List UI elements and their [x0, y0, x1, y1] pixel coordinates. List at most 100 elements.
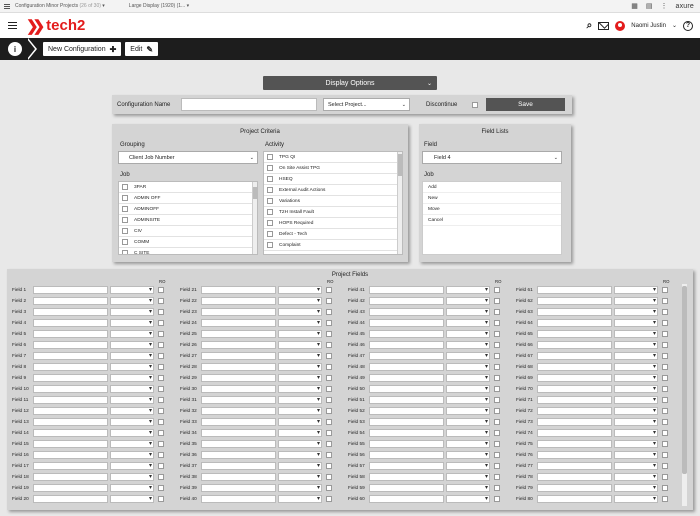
activity-list-item[interactable]: TPG QI [264, 152, 402, 163]
field-type-dropdown[interactable] [110, 373, 154, 382]
field-type-dropdown[interactable] [110, 406, 154, 415]
read-only-checkbox[interactable] [662, 429, 668, 436]
field-value-input[interactable] [201, 340, 276, 349]
field-value-input[interactable] [33, 307, 108, 316]
read-only-checkbox[interactable] [662, 495, 668, 502]
job-list-item[interactable]: ADMINOFF [119, 204, 257, 215]
read-only-checkbox[interactable] [326, 319, 332, 326]
field-type-dropdown[interactable] [446, 318, 490, 327]
field-type-dropdown[interactable] [278, 417, 322, 426]
field-value-input[interactable] [201, 285, 276, 294]
read-only-checkbox[interactable] [158, 429, 164, 436]
field-type-dropdown[interactable] [110, 329, 154, 338]
field-type-dropdown[interactable] [614, 362, 658, 371]
field-type-dropdown[interactable] [614, 472, 658, 481]
read-only-checkbox[interactable] [494, 363, 500, 370]
read-only-checkbox[interactable] [494, 484, 500, 491]
read-only-checkbox[interactable] [158, 484, 164, 491]
field-value-input[interactable] [33, 329, 108, 338]
field-value-input[interactable] [537, 351, 612, 360]
read-only-checkbox[interactable] [158, 462, 164, 469]
field-value-input[interactable] [537, 472, 612, 481]
read-only-checkbox[interactable] [662, 352, 668, 359]
activity-checkbox[interactable] [267, 187, 273, 193]
field-value-input[interactable] [201, 384, 276, 393]
field-type-dropdown[interactable] [446, 439, 490, 448]
field-type-dropdown[interactable] [110, 417, 154, 426]
field-value-input[interactable] [369, 307, 444, 316]
read-only-checkbox[interactable] [326, 396, 332, 403]
field-type-dropdown[interactable] [614, 285, 658, 294]
field-dropdown[interactable]: Field 4 ⌄ [422, 151, 562, 164]
configuration-name-input[interactable] [181, 98, 317, 111]
read-only-checkbox[interactable] [494, 352, 500, 359]
job-checkbox[interactable] [122, 195, 128, 201]
field-value-input[interactable] [369, 483, 444, 492]
field-value-input[interactable] [201, 307, 276, 316]
field-type-dropdown[interactable] [614, 296, 658, 305]
read-only-checkbox[interactable] [494, 473, 500, 480]
field-value-input[interactable] [369, 340, 444, 349]
field-value-input[interactable] [201, 472, 276, 481]
read-only-checkbox[interactable] [326, 451, 332, 458]
field-type-dropdown[interactable] [278, 395, 322, 404]
field-value-input[interactable] [537, 406, 612, 415]
read-only-checkbox[interactable] [494, 429, 500, 436]
field-type-dropdown[interactable] [278, 461, 322, 470]
field-type-dropdown[interactable] [446, 494, 490, 503]
field-value-input[interactable] [33, 285, 108, 294]
field-value-input[interactable] [201, 296, 276, 305]
field-list-item[interactable]: Move [423, 204, 561, 215]
read-only-checkbox[interactable] [662, 297, 668, 304]
field-type-dropdown[interactable] [110, 285, 154, 294]
display-options-button[interactable]: Display Options ⌄ [263, 76, 437, 90]
field-type-dropdown[interactable] [278, 373, 322, 382]
read-only-checkbox[interactable] [158, 407, 164, 414]
field-type-dropdown[interactable] [614, 318, 658, 327]
activity-checkbox[interactable] [267, 165, 273, 171]
field-type-dropdown[interactable] [614, 340, 658, 349]
read-only-checkbox[interactable] [662, 374, 668, 381]
field-value-input[interactable] [369, 384, 444, 393]
field-type-dropdown[interactable] [110, 307, 154, 316]
field-value-input[interactable] [369, 417, 444, 426]
field-type-dropdown[interactable] [278, 307, 322, 316]
field-value-input[interactable] [33, 351, 108, 360]
activity-list-item[interactable]: Complaint [264, 240, 402, 251]
activity-list-item[interactable]: HOPS Required [264, 218, 402, 229]
activity-checkbox[interactable] [267, 220, 273, 226]
grid-icon[interactable]: ▦ [631, 2, 638, 10]
read-only-checkbox[interactable] [662, 462, 668, 469]
field-value-input[interactable] [201, 373, 276, 382]
field-value-input[interactable] [201, 428, 276, 437]
field-type-dropdown[interactable] [278, 406, 322, 415]
field-value-input[interactable] [369, 472, 444, 481]
field-type-dropdown[interactable] [614, 307, 658, 316]
activity-list-item[interactable]: External Audit Actions [264, 185, 402, 196]
read-only-checkbox[interactable] [158, 418, 164, 425]
field-type-dropdown[interactable] [110, 428, 154, 437]
job-list-item[interactable]: C SITE [119, 248, 257, 254]
read-only-checkbox[interactable] [494, 319, 500, 326]
hamburger-menu-icon[interactable] [8, 22, 17, 29]
field-value-input[interactable] [33, 439, 108, 448]
field-list-item[interactable]: New [423, 193, 561, 204]
field-type-dropdown[interactable] [278, 351, 322, 360]
read-only-checkbox[interactable] [326, 440, 332, 447]
read-only-checkbox[interactable] [494, 341, 500, 348]
read-only-checkbox[interactable] [662, 385, 668, 392]
job-checkbox[interactable] [122, 184, 128, 190]
field-value-input[interactable] [537, 417, 612, 426]
job-list-item[interactable]: 3PAR [119, 182, 257, 193]
activity-list-item[interactable]: HSEQ [264, 174, 402, 185]
field-type-dropdown[interactable] [446, 472, 490, 481]
field-type-dropdown[interactable] [446, 450, 490, 459]
field-type-dropdown[interactable] [110, 395, 154, 404]
field-value-input[interactable] [369, 351, 444, 360]
info-icon[interactable]: i [8, 42, 22, 56]
field-value-input[interactable] [201, 461, 276, 470]
field-value-input[interactable] [201, 439, 276, 448]
field-value-input[interactable] [537, 373, 612, 382]
field-value-input[interactable] [537, 307, 612, 316]
field-value-input[interactable] [537, 461, 612, 470]
